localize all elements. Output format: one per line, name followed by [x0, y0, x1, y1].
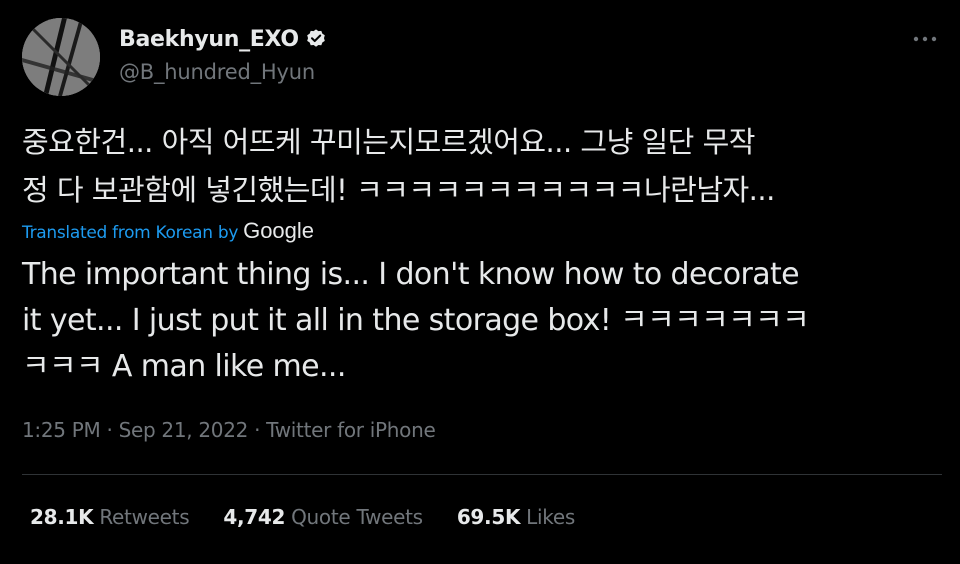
tweet-date[interactable]: Sep 21, 2022 — [119, 418, 249, 442]
google-logo: Google — [243, 218, 315, 243]
tweet-metadata: 1:25 PM · Sep 21, 2022 · Twitter for iPh… — [22, 418, 436, 442]
meta-separator: · — [106, 418, 113, 442]
likes-label: Likes — [526, 505, 575, 529]
tweet-source[interactable]: Twitter for iPhone — [266, 418, 436, 442]
more-options-icon[interactable] — [912, 30, 938, 42]
retweets-count: 28.1K — [30, 505, 94, 529]
name-row: Baekhyun_EXO — [119, 24, 327, 54]
divider — [22, 474, 942, 475]
retweets-label: Retweets — [99, 505, 190, 529]
likes-stat[interactable]: 69.5K Likes — [457, 505, 575, 529]
quote-tweets-label: Quote Tweets — [291, 505, 423, 529]
tweet-translated-text: The important thing is... I don't know h… — [22, 257, 810, 384]
quote-tweets-count: 4,742 — [223, 505, 286, 529]
verified-badge-icon — [305, 28, 327, 50]
tweet-card: Baekhyun_EXO @B_hundred_Hyun 중요한건... 아직 … — [0, 0, 960, 564]
likes-count: 69.5K — [456, 505, 521, 529]
translation-attribution: Translated from Korean by Google — [22, 218, 314, 244]
engagement-stats: 28.1K Retweets 4,742 Quote Tweets 69.5K … — [30, 505, 609, 529]
avatar[interactable] — [22, 18, 100, 96]
user-handle[interactable]: @B_hundred_Hyun — [119, 60, 327, 84]
tweet-time[interactable]: 1:25 PM — [22, 418, 101, 442]
tweet-original-text: 중요한건... 아직 어뜨케 꾸미는지모르겠어요... 그냥 일단 무작 정 다… — [22, 125, 775, 207]
display-name[interactable]: Baekhyun_EXO — [119, 27, 299, 52]
retweets-stat[interactable]: 28.1K Retweets — [30, 505, 190, 529]
translated-from-link[interactable]: Translated from Korean by — [22, 223, 238, 243]
user-info: Baekhyun_EXO @B_hundred_Hyun — [119, 24, 327, 84]
meta-separator-2: · — [254, 418, 261, 442]
quote-tweets-stat[interactable]: 4,742 Quote Tweets — [223, 505, 423, 529]
